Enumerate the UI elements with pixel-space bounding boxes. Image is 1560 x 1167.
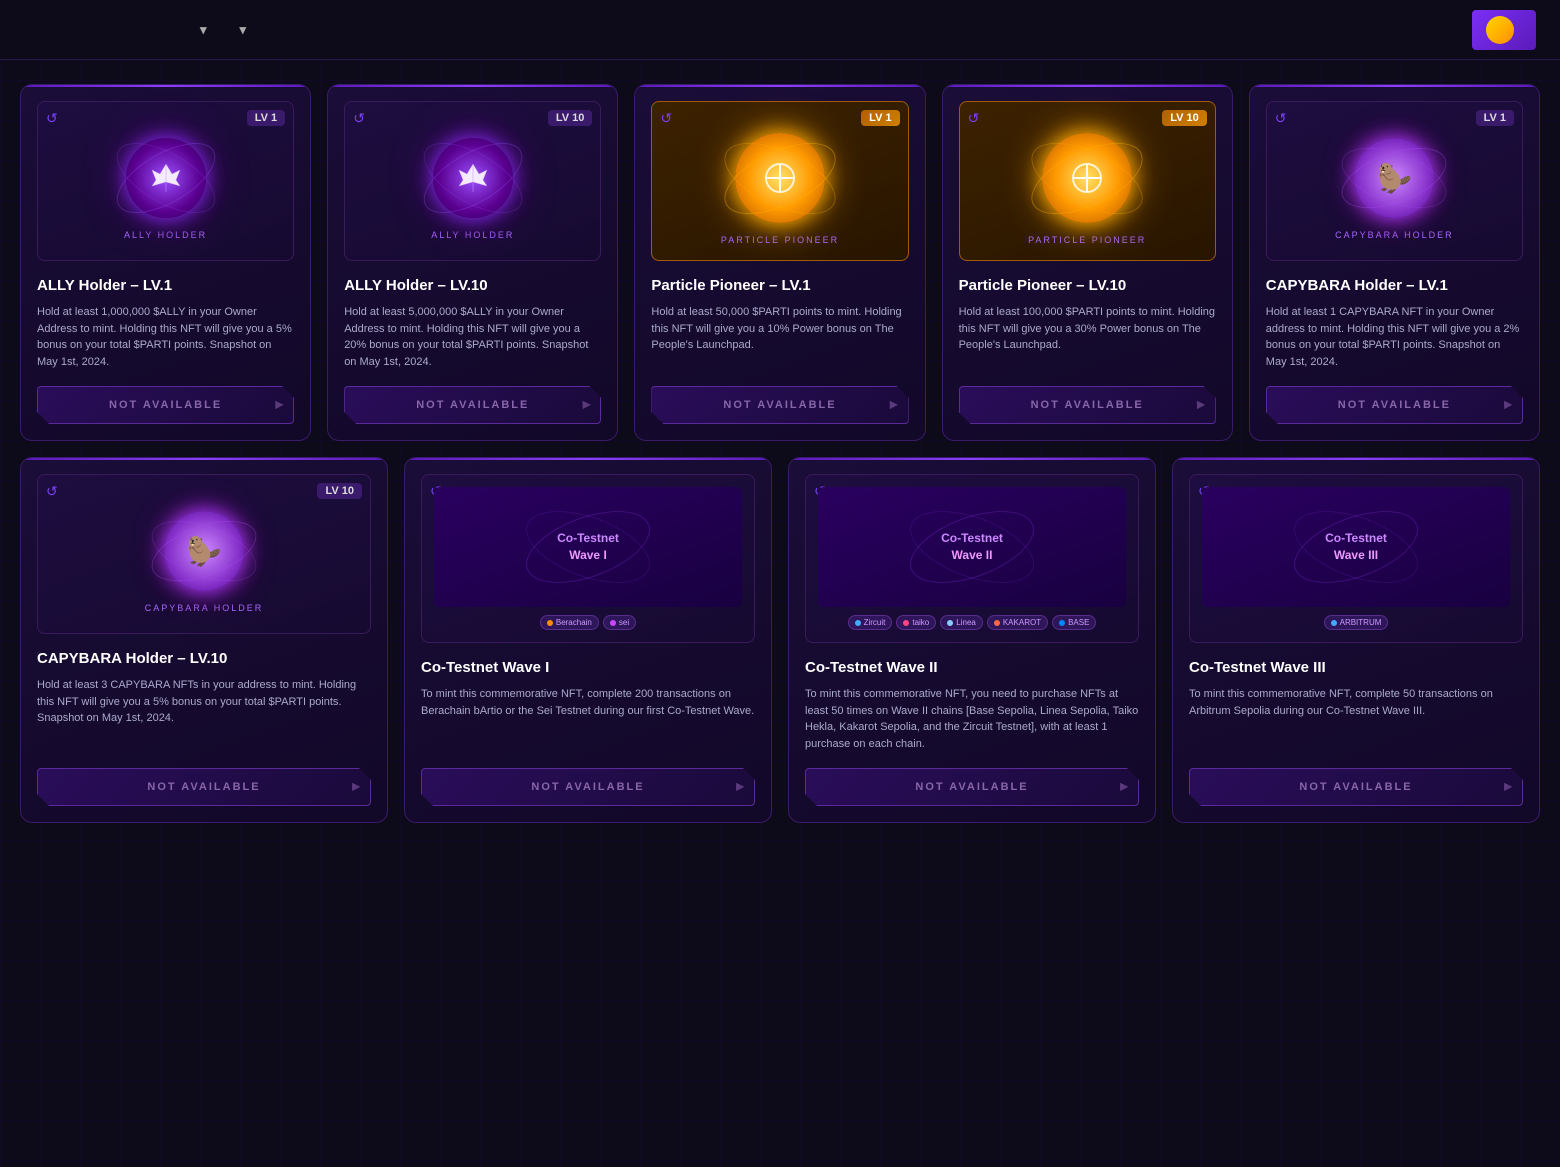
card-nft-label: PARTICLE PIONEER xyxy=(721,235,839,245)
booster-card: ↺ LV 10 PARTICLE PIONEER Particle Pionee… xyxy=(942,84,1233,441)
card-desc: Hold at least 50,000 $PARTI points to mi… xyxy=(651,304,908,370)
booster-card: ↺ Co-TestnetWave II ZircuittaikoLineaKAK… xyxy=(788,457,1156,823)
avatar xyxy=(1486,16,1514,44)
card-title: Co-Testnet Wave II xyxy=(805,659,1139,676)
card-nft-label: CAPYBARA HOLDER xyxy=(145,603,264,613)
booster-card: ↺ LV 10 🦫 CAPYBARA HOLDER CAPYBARA Holde… xyxy=(20,457,388,823)
card-title: ALLY Holder – LV.1 xyxy=(37,277,294,294)
refresh-icon: ↺ xyxy=(353,110,365,127)
booster-card: ↺ Co-TestnetWave I Berachainsei Co-Testn… xyxy=(404,457,772,823)
not-available-button[interactable]: NOT AVAILABLE xyxy=(1189,768,1523,806)
nav-links: ▾ ▾ xyxy=(72,21,1472,39)
chain-pill: Berachain xyxy=(540,615,599,630)
not-available-button[interactable]: NOT AVAILABLE xyxy=(805,768,1139,806)
card-desc: Hold at least 5,000,000 $ALLY in your Ow… xyxy=(344,304,601,370)
card-desc: Hold at least 100,000 $PARTI points to m… xyxy=(959,304,1216,370)
card-image-area: ↺ LV 10 PARTICLE PIONEER xyxy=(959,101,1216,261)
card-desc: Hold at least 1,000,000 $ALLY in your Ow… xyxy=(37,304,294,370)
chain-icons: Berachain sei xyxy=(540,615,636,630)
card-image-area: ↺ LV 1 🦫 CAPYBARA HOLDER xyxy=(1266,101,1523,261)
level-badge: LV 1 xyxy=(247,110,285,126)
booster-card: ↺ Co-TestnetWave III ARBITRUM Co-Testnet… xyxy=(1172,457,1540,823)
chain-pill: taiko xyxy=(896,615,936,630)
chain-pill: KAKAROT xyxy=(987,615,1048,630)
level-badge: LV 1 xyxy=(1476,110,1514,126)
not-available-button[interactable]: NOT AVAILABLE xyxy=(37,386,294,424)
refresh-icon: ↺ xyxy=(660,110,672,127)
chain-pill: sei xyxy=(603,615,636,630)
nav-community[interactable]: ▾ xyxy=(240,22,248,37)
user-profile-button[interactable] xyxy=(1472,10,1536,50)
not-available-button[interactable]: NOT AVAILABLE xyxy=(344,386,601,424)
card-image-area: ↺ Co-TestnetWave II ZircuittaikoLineaKAK… xyxy=(805,474,1139,643)
nav-about[interactable]: ▾ xyxy=(200,22,208,37)
card-image-area: ↺ LV 1 ALLY HOLDER xyxy=(37,101,294,261)
card-title: Co-Testnet Wave I xyxy=(421,659,755,676)
card-desc: Hold at least 3 CAPYBARA NFTs in your ad… xyxy=(37,677,371,752)
chain-pill: Linea xyxy=(940,615,983,630)
card-desc: To mint this commemorative NFT, complete… xyxy=(421,686,755,752)
chain-icons: ARBITRUM xyxy=(1324,615,1389,630)
level-badge: LV 10 xyxy=(1162,110,1207,126)
booster-card: ↺ LV 10 ALLY HOLDER ALLY Holder – LV.10 … xyxy=(327,84,618,441)
card-image-area: ↺ LV 10 ALLY HOLDER xyxy=(344,101,601,261)
card-image-area: ↺ Co-TestnetWave I Berachainsei xyxy=(421,474,755,643)
card-desc: To mint this commemorative NFT, complete… xyxy=(1189,686,1523,752)
not-available-button[interactable]: NOT AVAILABLE xyxy=(421,768,755,806)
level-badge: LV 10 xyxy=(317,483,362,499)
booster-card: ↺ LV 1 ALLY HOLDER ALLY Holder – LV.1 Ho… xyxy=(20,84,311,441)
card-title: CAPYBARA Holder – LV.1 xyxy=(1266,277,1523,294)
chain-pill: Zircuit xyxy=(848,615,893,630)
refresh-icon: ↺ xyxy=(1275,110,1287,127)
card-desc: To mint this commemorative NFT, you need… xyxy=(805,686,1139,752)
cards-row-1: ↺ LV 1 ALLY HOLDER ALLY Holder – LV.1 Ho… xyxy=(20,84,1540,441)
card-nft-label: ALLY HOLDER xyxy=(124,230,207,240)
refresh-icon: ↺ xyxy=(46,483,58,500)
not-available-button[interactable]: NOT AVAILABLE xyxy=(37,768,371,806)
not-available-button[interactable]: NOT AVAILABLE xyxy=(1266,386,1523,424)
level-badge: LV 10 xyxy=(548,110,593,126)
card-title: Co-Testnet Wave III xyxy=(1189,659,1523,676)
booster-card: ↺ LV 1 PARTICLE PIONEER Particle Pioneer… xyxy=(634,84,925,441)
refresh-icon: ↺ xyxy=(46,110,58,127)
not-available-button[interactable]: NOT AVAILABLE xyxy=(651,386,908,424)
refresh-icon: ↺ xyxy=(968,110,980,127)
card-title: Particle Pioneer – LV.1 xyxy=(651,277,908,294)
card-image-area: ↺ LV 1 PARTICLE PIONEER xyxy=(651,101,908,261)
chain-pill: ARBITRUM xyxy=(1324,615,1389,630)
card-nft-label: CAPYBARA HOLDER xyxy=(1335,230,1454,240)
card-nft-label: ALLY HOLDER xyxy=(431,230,514,240)
chain-pill: BASE xyxy=(1052,615,1096,630)
booster-card: ↺ LV 1 🦫 CAPYBARA HOLDER CAPYBARA Holder… xyxy=(1249,84,1540,441)
level-badge: LV 1 xyxy=(861,110,899,126)
card-title: CAPYBARA Holder – LV.10 xyxy=(37,650,371,667)
card-image-area: ↺ Co-TestnetWave III ARBITRUM xyxy=(1189,474,1523,643)
navbar: ▾ ▾ xyxy=(0,0,1560,60)
card-nft-label: PARTICLE PIONEER xyxy=(1028,235,1146,245)
card-title: ALLY Holder – LV.10 xyxy=(344,277,601,294)
main-content: ↺ LV 1 ALLY HOLDER ALLY Holder – LV.1 Ho… xyxy=(0,60,1560,847)
cards-row-2: ↺ LV 10 🦫 CAPYBARA HOLDER CAPYBARA Holde… xyxy=(20,457,1540,823)
card-desc: Hold at least 1 CAPYBARA NFT in your Own… xyxy=(1266,304,1523,370)
chain-icons: Zircuittaiko Linea KAKAROT BASE xyxy=(848,615,1097,630)
card-image-area: ↺ LV 10 🦫 CAPYBARA HOLDER xyxy=(37,474,371,634)
card-title: Particle Pioneer – LV.10 xyxy=(959,277,1216,294)
not-available-button[interactable]: NOT AVAILABLE xyxy=(959,386,1216,424)
